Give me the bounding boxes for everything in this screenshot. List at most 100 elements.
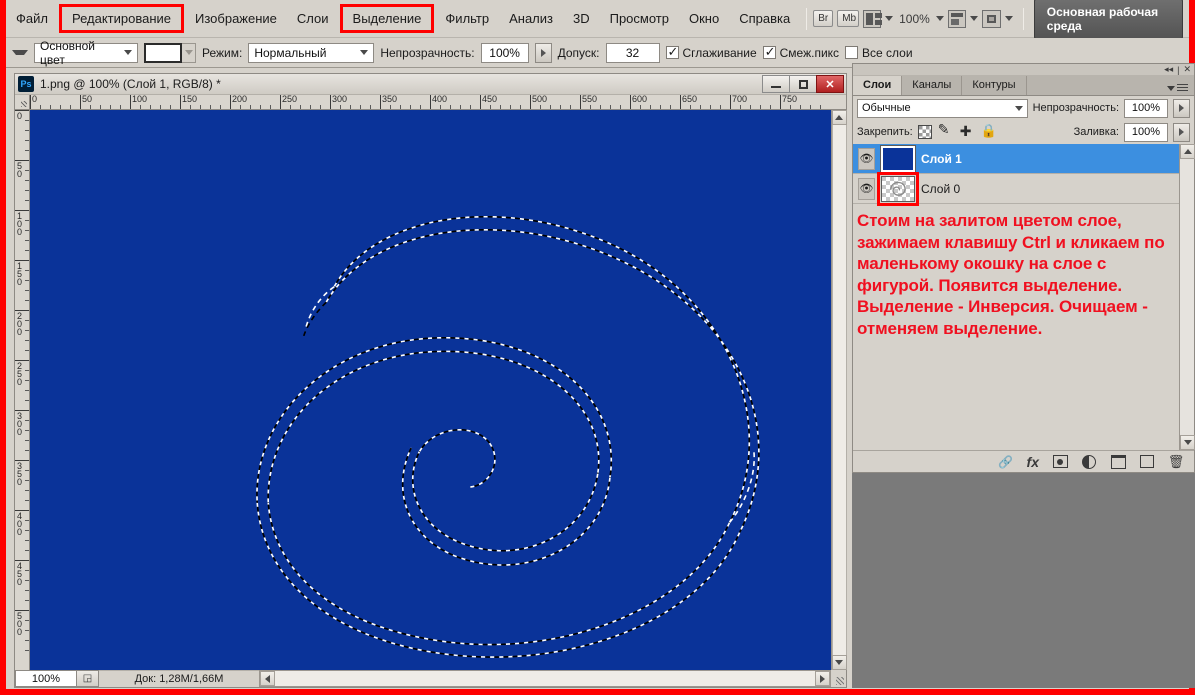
canvas-horizontal-scrollbar[interactable] <box>259 670 831 687</box>
zoom-chevron-down-icon[interactable] <box>935 16 944 21</box>
ruler-minor-tick <box>370 105 371 110</box>
all-layers-checkbox[interactable] <box>845 46 859 59</box>
minimize-button[interactable] <box>762 75 790 94</box>
menu-item-window[interactable]: Окно <box>679 7 729 30</box>
close-panel-icon[interactable]: ✕ <box>1183 64 1191 75</box>
contiguous-checkbox-group[interactable]: Смеж.пикс <box>762 44 839 60</box>
resize-grip[interactable] <box>831 670 846 687</box>
all-layers-checkbox-group[interactable]: Все слои <box>845 46 913 60</box>
new-group-folder-icon[interactable] <box>1110 454 1126 470</box>
zoom-level-input[interactable]: 100% <box>15 670 77 687</box>
tab-layers[interactable]: Слои <box>853 76 903 95</box>
screen-mode-icon[interactable] <box>982 9 1001 28</box>
pattern-swatch-group[interactable] <box>144 42 196 63</box>
bridge-button[interactable]: Br <box>813 10 834 27</box>
menu-item-help[interactable]: Справка <box>729 7 800 30</box>
layers-scroll-up-button[interactable] <box>1180 144 1195 159</box>
tab-channels[interactable]: Каналы <box>902 76 963 95</box>
ruler-minor-tick <box>540 105 541 110</box>
layer-thumbnail[interactable] <box>880 144 916 173</box>
layer-row[interactable]: 👁 Слой 0 <box>853 171 1179 206</box>
horizontal-scroll-track[interactable] <box>275 671 815 686</box>
layer-fill-input[interactable]: 100% <box>1124 122 1168 142</box>
photoshop-logo-icon: Ps <box>18 76 34 93</box>
vertical-scroll-track[interactable] <box>831 125 847 655</box>
layer-opacity-input[interactable]: 100% <box>1124 98 1168 118</box>
delete-layer-trash-icon[interactable] <box>1168 454 1184 470</box>
ruler-minor-tick <box>25 330 29 332</box>
menu-bar: Файл Редактирование Изображение Слои Выд… <box>6 0 1189 39</box>
menu-item-edit[interactable]: Редактирование <box>58 4 185 33</box>
maximize-button[interactable] <box>789 75 817 94</box>
layer-visibility-eye-icon[interactable]: 👁 <box>858 177 875 200</box>
pattern-swatch-chevron-down-icon[interactable] <box>182 42 196 63</box>
canvas-vertical-scrollbar[interactable] <box>831 110 847 670</box>
ruler-corner[interactable] <box>15 95 30 111</box>
menu-item-image[interactable]: Изображение <box>185 7 287 30</box>
lock-all-padlock-icon[interactable] <box>981 123 997 139</box>
layers-panel-scrollbar[interactable] <box>1179 144 1195 450</box>
layer-opacity-slider-button[interactable] <box>1173 98 1190 118</box>
blend-mode-select[interactable]: Нормальный <box>248 42 375 63</box>
link-layers-icon[interactable] <box>998 454 1014 470</box>
screen-mode-chevron-down-icon[interactable] <box>1004 16 1013 21</box>
scroll-right-button[interactable] <box>815 671 830 686</box>
layer-blend-mode-select[interactable]: Обычные <box>857 98 1028 118</box>
ruler-minor-tick <box>360 105 361 110</box>
menu-item-filter[interactable]: Фильтр <box>435 7 499 30</box>
ruler-minor-tick <box>670 105 671 110</box>
horizontal-ruler[interactable]: 0 50 100 150 200 250 300 350 400 450 500 550 600 650 7… <box>30 95 831 111</box>
scroll-left-button[interactable] <box>260 671 275 686</box>
ruler-label: 250 <box>282 95 298 105</box>
lock-transparent-pixels-icon[interactable] <box>917 125 932 139</box>
new-layer-icon[interactable] <box>1139 454 1155 470</box>
lock-image-pixels-brush-icon[interactable] <box>938 121 953 139</box>
layer-row[interactable]: 👁 Слой 1 <box>853 144 1179 174</box>
tolerance-input[interactable]: 32 <box>605 42 660 63</box>
vertical-ruler[interactable]: 0 50 100 150 200 250 300 350 400 450 500 <box>15 110 30 670</box>
menu-item-analysis[interactable]: Анализ <box>499 7 563 30</box>
layer-thumbnail[interactable] <box>877 171 919 206</box>
menu-item-view[interactable]: Просмотр <box>600 7 679 30</box>
layers-panel: ◂◂ | ✕ Слои Каналы Контуры Обычные Непро… <box>852 63 1195 473</box>
ruler-minor-tick <box>25 200 29 202</box>
tool-preset-chevron-down-icon[interactable] <box>12 50 28 55</box>
view-extras-icon[interactable] <box>947 9 967 28</box>
menu-item-3d[interactable]: 3D <box>563 7 600 30</box>
scroll-up-button[interactable] <box>831 110 847 126</box>
layer-visibility-eye-icon[interactable]: 👁 <box>858 147 875 170</box>
opacity-input[interactable]: 100% <box>480 42 529 63</box>
view-extras-chevron-down-icon[interactable] <box>970 16 979 21</box>
adjustment-layer-icon[interactable] <box>1081 454 1097 470</box>
ruler-label: 450 <box>482 95 498 105</box>
document-title-bar[interactable]: Ps 1.png @ 100% (Слой 1, RGB/8) * ✕ <box>15 74 846 96</box>
pattern-swatch[interactable] <box>144 42 182 63</box>
layers-scroll-down-button[interactable] <box>1180 435 1195 450</box>
layer-fill-slider-button[interactable] <box>1173 122 1190 142</box>
scroll-down-button[interactable] <box>831 655 847 670</box>
menu-item-layers[interactable]: Слои <box>287 7 339 30</box>
opacity-slider-button[interactable] <box>534 42 552 63</box>
menu-item-file[interactable]: Файл <box>6 7 58 30</box>
panel-menu-icon[interactable] <box>1161 82 1194 95</box>
add-layer-mask-icon[interactable] <box>1052 454 1068 470</box>
arrange-chevron-down-icon[interactable] <box>885 16 894 21</box>
fill-source-select[interactable]: Основной цвет <box>34 39 138 67</box>
contiguous-checkbox[interactable] <box>762 44 776 60</box>
collapse-panel-icon[interactable]: ◂◂ <box>1164 64 1173 75</box>
ruler-label: 200 <box>232 95 248 105</box>
workspace-button[interactable]: Основная рабочая среда <box>1033 0 1183 39</box>
preview-options-button[interactable]: ◲ <box>77 670 99 687</box>
layer-style-fx-icon[interactable]: fx <box>1027 454 1039 470</box>
ruler-minor-tick <box>150 105 151 110</box>
antialias-checkbox-group[interactable]: Сглаживание <box>665 44 757 60</box>
tab-paths[interactable]: Контуры <box>962 76 1027 95</box>
menu-item-select[interactable]: Выделение <box>339 4 435 33</box>
lock-position-move-icon[interactable] <box>960 123 974 140</box>
ruler-minor-tick <box>500 105 501 110</box>
arrange-documents-icon[interactable] <box>862 9 883 28</box>
antialias-checkbox[interactable] <box>665 44 679 60</box>
mini-bridge-button[interactable]: Mb <box>837 10 859 27</box>
image-canvas[interactable] <box>30 110 831 670</box>
close-button[interactable]: ✕ <box>816 75 844 94</box>
